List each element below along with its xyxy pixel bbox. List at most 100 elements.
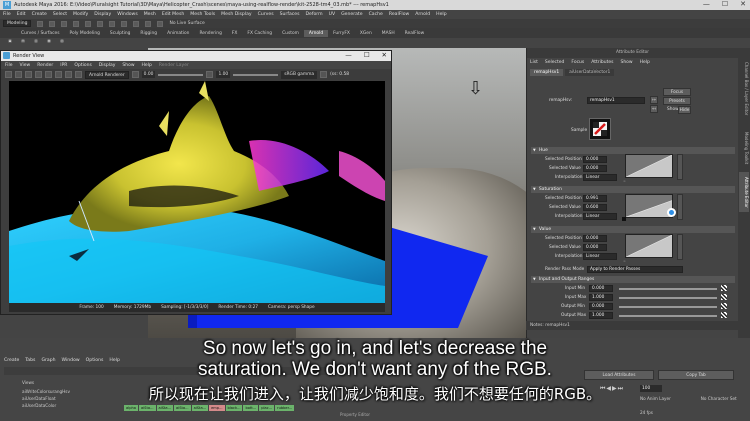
shelf-tab-animation[interactable]: Animation — [162, 30, 194, 37]
render-shelf-icon[interactable]: ▣ — [5, 39, 15, 49]
minimize-button[interactable]: — — [703, 0, 710, 8]
value-expand-button[interactable] — [677, 234, 683, 260]
sat-key-start-marker[interactable] — [622, 217, 626, 221]
shelf-tab-fx[interactable]: FX — [227, 30, 243, 37]
render-view-titlebar[interactable]: Render View — ☐ ✕ — [1, 51, 391, 61]
flush-bg-icon[interactable]: ▦ — [44, 39, 54, 49]
node-tag[interactable]: plac... — [259, 405, 275, 411]
value-section-header[interactable]: Value — [531, 226, 735, 233]
menu-curves[interactable]: Curves — [258, 12, 274, 17]
input-min-map-icon[interactable] — [721, 285, 727, 291]
menu-create[interactable]: Create — [32, 12, 47, 17]
rv-menu-render[interactable]: Render — [37, 63, 53, 68]
val-key-marker-icon[interactable]: ◦ — [623, 259, 626, 265]
shelf-tab-curves-surfaces[interactable]: Curves / Surfaces — [16, 30, 65, 37]
input-max-field[interactable]: 1.000 — [589, 294, 613, 301]
output-max-field[interactable]: 1.000 — [589, 312, 613, 319]
sat-key-selected-marker[interactable] — [667, 208, 676, 217]
gamma-field[interactable]: 1.00 — [216, 71, 231, 78]
hue-key-marker-icon[interactable]: ◦ — [623, 179, 626, 185]
output-min-field[interactable]: 0.000 — [589, 303, 613, 310]
new-scene-icon[interactable] — [37, 20, 44, 27]
hide-button[interactable]: Hide — [678, 106, 691, 114]
value-ramp-graph[interactable] — [625, 234, 673, 258]
rv-menu-options[interactable]: Options — [74, 63, 91, 68]
rv-maximize-button[interactable]: ☐ — [364, 51, 370, 59]
node-tag[interactable]: alpha — [124, 405, 138, 411]
menu-display[interactable]: Display — [94, 12, 111, 17]
val-val-field[interactable]: 0.000 — [583, 244, 607, 251]
ipr-render-icon[interactable] — [145, 20, 152, 27]
color-mode-select[interactable]: sRGB gamma — [281, 70, 318, 79]
tab-aiuserdatavector1[interactable]: aiUserDataVector1 — [565, 69, 615, 76]
menu-realflow[interactable]: RealFlow — [389, 12, 409, 17]
select-tool-icon[interactable] — [73, 20, 80, 27]
rv-menu-help[interactable]: Help — [142, 63, 152, 68]
menu-windows[interactable]: Windows — [117, 12, 138, 17]
node-tag[interactable]: aiSta... — [156, 405, 174, 411]
rv-menu-file[interactable]: File — [5, 63, 13, 68]
hue-val-field[interactable]: 0.000 — [583, 165, 607, 172]
output-min-map-icon[interactable] — [721, 303, 727, 309]
exposure-field[interactable]: 0.00 — [141, 71, 156, 78]
tx-manager-icon[interactable]: ▧ — [57, 39, 67, 49]
menu-uv[interactable]: UV — [329, 12, 336, 17]
presets-button[interactable]: Presets — [663, 97, 691, 105]
channel-alpha-icon[interactable] — [65, 71, 72, 78]
menu-cache[interactable]: Cache — [369, 12, 383, 17]
hue-expand-button[interactable] — [677, 154, 683, 180]
io-section-header[interactable]: Input and Output Ranges — [531, 276, 735, 283]
maximize-button[interactable]: ☐ — [722, 0, 728, 8]
tab-remaphsv1[interactable]: remapHsv1 — [530, 69, 564, 76]
region-icon[interactable] — [35, 71, 42, 78]
node-tag[interactable]: rubber... — [275, 405, 295, 411]
menu-mesh-display[interactable]: Mesh Display — [221, 12, 252, 17]
input-max-slider[interactable] — [619, 297, 717, 299]
tab-modeling-toolkit[interactable]: Modeling Toolkit — [739, 128, 749, 168]
rv-menu-show[interactable]: Show — [122, 63, 134, 68]
shelf-tab-realflow[interactable]: RealFlow — [400, 30, 430, 37]
menu-select[interactable]: Select — [53, 12, 67, 17]
ae-menu-show[interactable]: Show — [620, 60, 632, 65]
input-min-field[interactable]: 0.000 — [589, 285, 613, 292]
val-interp-select[interactable]: Linear — [583, 253, 617, 260]
goto-input-icon[interactable]: ↦ — [650, 96, 658, 104]
hue-ramp-graph[interactable] — [625, 154, 673, 178]
menu-generate[interactable]: Generate — [341, 12, 362, 17]
sat-pos-field[interactable]: 0.991 — [583, 195, 607, 202]
goto-output-icon[interactable]: ↤ — [650, 105, 658, 113]
ae-menu-selected[interactable]: Selected — [545, 60, 565, 65]
snap-point-icon[interactable] — [109, 20, 116, 27]
rv-menu-display[interactable]: Display — [99, 63, 116, 68]
saturation-expand-button[interactable] — [677, 194, 683, 220]
exposure-slider[interactable] — [158, 73, 204, 76]
node-tag[interactable]: black... — [225, 405, 243, 411]
render-image[interactable] — [9, 81, 385, 303]
saturation-ramp-graph[interactable] — [625, 194, 673, 218]
node-tag[interactable]: aiSta... — [191, 405, 209, 411]
open-scene-icon[interactable] — [49, 20, 56, 27]
node-tag[interactable]: aiSta... — [138, 405, 156, 411]
render-pass-select[interactable]: Apply to Render Passes — [587, 266, 683, 273]
shelf-tab-rigging[interactable]: Rigging — [135, 30, 162, 37]
menu-edit[interactable]: Edit — [17, 12, 26, 17]
close-button[interactable]: ✕ — [740, 0, 746, 8]
rv-menu-ipr[interactable]: IPR — [60, 63, 67, 68]
flush-icon[interactable]: ▤ — [18, 39, 28, 49]
shelf-tab-poly-modeling[interactable]: Poly Modeling — [65, 30, 105, 37]
menu-mesh-tools[interactable]: Mesh Tools — [190, 12, 215, 17]
node-name-field[interactable]: remapHsv1 — [587, 97, 645, 104]
flush-texture-icon[interactable]: ▥ — [31, 39, 41, 49]
redo-render-icon[interactable] — [5, 71, 12, 78]
node-tag[interactable]: bott... — [243, 405, 259, 411]
hue-interp-select[interactable]: Linear — [583, 174, 617, 181]
shelf-tab-arnold[interactable]: Arnold — [303, 29, 329, 37]
sat-interp-select[interactable]: Linear — [583, 213, 617, 220]
menu-arnold[interactable]: Arnold — [415, 12, 430, 17]
snap-curve-icon[interactable] — [97, 20, 104, 27]
output-min-slider[interactable] — [619, 306, 717, 308]
actual-size-icon[interactable] — [75, 71, 82, 78]
tab-attribute-editor[interactable]: Attribute Editor — [739, 172, 749, 212]
refresh-icon[interactable] — [25, 71, 32, 78]
tab-channel-box[interactable]: Channel Box / Layer Editor — [739, 54, 749, 124]
